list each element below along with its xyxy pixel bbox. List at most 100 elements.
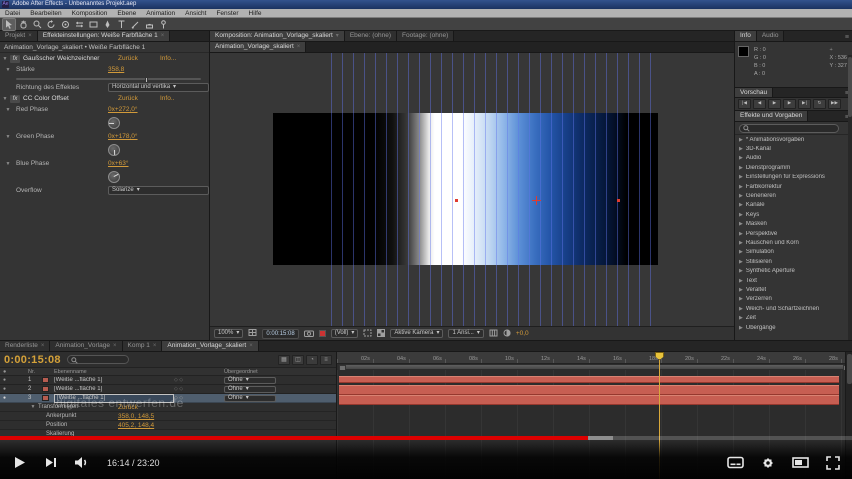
effect-reset-button[interactable]: Zurück: [118, 95, 160, 102]
menu-item[interactable]: Hilfe: [244, 9, 267, 18]
effects-presets-item[interactable]: ▶ * Animationsvorgaben: [735, 135, 852, 144]
close-icon[interactable]: ×: [41, 341, 45, 351]
safe-zones-icon[interactable]: [248, 328, 257, 339]
tab-footage[interactable]: Footage: (ohne): [397, 31, 455, 41]
pan-behind-tool-icon[interactable]: [73, 19, 85, 30]
strength-slider[interactable]: [16, 76, 201, 83]
effects-presets-item[interactable]: ▶ Zeit: [735, 313, 852, 322]
position-value[interactable]: 405,2, 148,4: [118, 422, 336, 429]
preview-transport-button[interactable]: |◀: [738, 99, 751, 109]
anchor-point-value[interactable]: 358,0, 148,5: [118, 413, 336, 420]
magnification-dropdown[interactable]: 100% ▾: [214, 329, 244, 338]
twirl-closed-icon[interactable]: ▶: [739, 184, 743, 190]
close-icon[interactable]: ×: [113, 341, 117, 351]
effects-presets-item[interactable]: ▶ Text: [735, 276, 852, 285]
zoom-tool-icon[interactable]: [31, 19, 43, 30]
close-icon[interactable]: ×: [161, 31, 165, 41]
eye-icon[interactable]: ●: [0, 386, 28, 392]
exposure-icon[interactable]: [503, 328, 511, 339]
tab-comp-animation-vorlage-skaliert[interactable]: Animation_Vorlage_skaliert ×: [162, 341, 259, 351]
effects-presets-item[interactable]: ▶ Audio: [735, 154, 852, 163]
tab-layer[interactable]: Ebene: (ohne): [344, 31, 398, 41]
effect-header-gaussian[interactable]: ▼ fx Gaußscher Weichzeichner Zurück Info…: [0, 53, 209, 64]
play-button[interactable]: [12, 455, 27, 470]
viewport-timecode-button[interactable]: 0:00:15:08: [262, 328, 299, 339]
strength-value[interactable]: 358,8: [108, 66, 209, 73]
twirl-open-icon[interactable]: ▼: [0, 107, 16, 113]
effects-presets-item[interactable]: ▶ Veraltet: [735, 285, 852, 294]
pen-tool-icon[interactable]: [101, 19, 113, 30]
tab-project[interactable]: Projekt ×: [0, 31, 38, 41]
comp-mini-flowchart-icon[interactable]: ▦: [278, 354, 290, 365]
fullscreen-button[interactable]: [826, 455, 840, 470]
twirl-closed-icon[interactable]: ▶: [739, 259, 743, 265]
subtitles-button[interactable]: [727, 456, 744, 469]
menu-item[interactable]: Animation: [141, 9, 180, 18]
twirl-open-icon[interactable]: ▼: [0, 404, 38, 410]
selection-tool-icon[interactable]: [2, 17, 16, 31]
effects-presets-item[interactable]: ▶ Perspektive: [735, 229, 852, 238]
settings-gear-button[interactable]: [761, 456, 775, 470]
blue-phase-dial[interactable]: [108, 171, 120, 183]
tab-effect-controls[interactable]: Effekteinstellungen: Weiße Farbfläche 1 ×: [37, 31, 171, 41]
current-time-display[interactable]: 0:00:15:08: [4, 354, 61, 366]
green-phase-value[interactable]: 0x+178,0°: [108, 133, 209, 140]
effects-presets-item[interactable]: ▶ 3D-Kanal: [735, 144, 852, 153]
effects-presets-item[interactable]: ▶ Farbkorrektur: [735, 182, 852, 191]
twirl-closed-icon[interactable]: ▶: [739, 174, 743, 180]
preview-transport-button[interactable]: ↻: [813, 99, 826, 109]
tab-composition[interactable]: Komposition: Animation_Vorlage_skaliert ▾: [210, 31, 345, 41]
region-of-interest-icon[interactable]: [363, 329, 372, 339]
hand-tool-icon[interactable]: [17, 19, 29, 30]
clone-stamp-tool-icon[interactable]: [143, 19, 155, 30]
type-tool-icon[interactable]: [115, 19, 127, 30]
preview-transport-button[interactable]: ▶: [768, 99, 781, 109]
layer-1-duration-bar[interactable]: [339, 376, 839, 383]
effects-presets-item[interactable]: ▶ Stilisieren: [735, 257, 852, 266]
transparency-grid-icon[interactable]: [377, 328, 386, 339]
anchor-point-row[interactable]: Ankerpunkt 358,0, 148,5: [0, 412, 336, 421]
twirl-closed-icon[interactable]: ▶: [739, 296, 743, 302]
twirl-open-icon[interactable]: ▼: [0, 134, 16, 140]
effects-presets-search-box[interactable]: [739, 123, 839, 133]
camera-tool-icon[interactable]: [59, 19, 71, 30]
twirl-open-icon[interactable]: ▼: [0, 56, 10, 62]
red-phase-value[interactable]: 0x+272,0°: [108, 106, 209, 113]
scrollbar-thumb[interactable]: [848, 57, 852, 117]
preview-transport-button[interactable]: ▶|: [798, 99, 811, 109]
tab-comp-animation-vorlage[interactable]: Animation_Vorlage ×: [50, 341, 123, 351]
direction-dropdown[interactable]: Horizontal und vertika ▾: [108, 83, 209, 92]
panel-menu-icon[interactable]: ≡: [842, 34, 852, 41]
preview-transport-button[interactable]: ▶▶: [828, 99, 841, 109]
overflow-dropdown[interactable]: Solarize ▾: [108, 186, 209, 195]
rotate-tool-icon[interactable]: [45, 19, 57, 30]
next-button[interactable]: [44, 456, 57, 469]
twirl-closed-icon[interactable]: ▶: [739, 165, 743, 171]
shape-tool-icon[interactable]: [87, 19, 99, 30]
effects-presets-item[interactable]: ▶ Generieren: [735, 191, 852, 200]
close-icon[interactable]: ×: [28, 31, 32, 41]
parent-dropdown[interactable]: Ohne ▾: [224, 394, 276, 402]
time-ruler[interactable]: 02s 04s 06s 08s 10s 12s 14s 16s 18s 20s 22s 24s 26s 2…: [337, 352, 852, 364]
effects-presets-item[interactable]: ▶ Kanäle: [735, 201, 852, 210]
close-icon[interactable]: ×: [249, 341, 253, 351]
twirl-closed-icon[interactable]: ▶: [739, 315, 743, 321]
twirl-closed-icon[interactable]: ▶: [739, 268, 743, 274]
tab-info[interactable]: Info: [735, 31, 757, 41]
menu-item[interactable]: Bearbeiten: [25, 9, 66, 18]
position-row[interactable]: Position 405,2, 148,4: [0, 421, 336, 430]
effect-reset-button[interactable]: Zurück: [118, 55, 160, 62]
menu-item[interactable]: Fenster: [211, 9, 243, 18]
volume-button[interactable]: [74, 456, 90, 469]
effects-presets-item[interactable]: ▶ Rauschen und Korn: [735, 238, 852, 247]
scrollbar-thumb[interactable]: [847, 354, 852, 384]
chevron-down-icon[interactable]: ▾: [336, 31, 339, 41]
twirl-open-icon[interactable]: ▼: [0, 67, 16, 73]
parent-dropdown[interactable]: Ohne ▾: [224, 385, 276, 393]
layer-switches[interactable]: ◇ ◇: [174, 377, 224, 383]
tab-render-queue[interactable]: Renderliste ×: [0, 341, 51, 351]
layer-name[interactable]: [Weiße ...fläche 1]: [54, 386, 174, 392]
layer-switches[interactable]: ◇ ◇: [174, 386, 224, 392]
effects-presets-item[interactable]: ▶ Keys: [735, 210, 852, 219]
effects-presets-item[interactable]: ▶ Synthetic Aperture: [735, 266, 852, 275]
